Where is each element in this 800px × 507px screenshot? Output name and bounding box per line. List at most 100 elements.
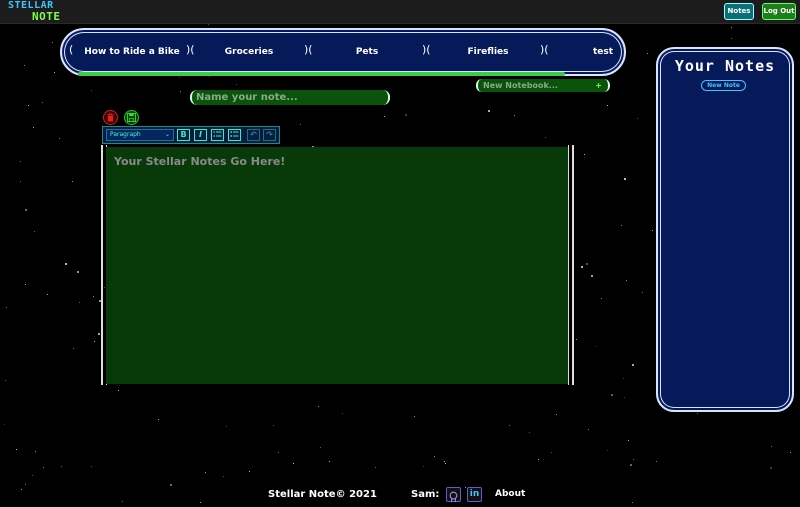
star	[318, 406, 319, 407]
star	[236, 84, 237, 85]
new-note-button[interactable]: New Note	[701, 80, 746, 91]
star	[25, 484, 26, 485]
redo-button[interactable]: ↷	[263, 129, 276, 141]
your-notes-panel: Your Notes New Note	[656, 47, 794, 412]
numbered-list-icon	[230, 131, 239, 137]
star	[73, 348, 74, 349]
save-icon	[127, 113, 136, 122]
add-notebook-icon[interactable]: +	[595, 79, 602, 92]
star	[35, 451, 36, 452]
notebook-select-value: New Notebook...	[483, 81, 558, 90]
note-editor[interactable]: Your Stellar Notes Go Here!	[106, 147, 568, 384]
tab-bracket: )(	[186, 43, 195, 56]
star	[52, 42, 53, 43]
star	[28, 105, 29, 106]
star	[514, 115, 515, 116]
star	[208, 24, 209, 25]
delete-note-button[interactable]	[103, 110, 118, 125]
star	[731, 27, 732, 28]
star	[488, 110, 490, 112]
star	[652, 230, 653, 231]
star	[65, 263, 67, 265]
star	[581, 266, 583, 268]
top-navbar: STELLAR NOTE Notes Log Out	[0, 0, 800, 24]
star	[293, 463, 294, 464]
star	[25, 284, 26, 285]
star	[320, 447, 321, 448]
italic-button[interactable]: I	[194, 129, 207, 141]
star	[223, 476, 224, 477]
linkedin-link[interactable]: in	[467, 487, 482, 502]
logo-line-2: NOTE	[32, 10, 61, 23]
block-format-value: Paragraph	[110, 131, 141, 138]
star	[576, 339, 577, 340]
star	[249, 471, 250, 472]
star	[405, 114, 407, 116]
star	[34, 231, 35, 232]
star	[47, 294, 48, 295]
star	[414, 416, 415, 417]
block-format-select[interactable]: Paragraph ⌄	[106, 129, 174, 141]
star	[588, 429, 589, 430]
star	[91, 90, 92, 91]
tab-pets[interactable]: Pets	[322, 44, 412, 60]
star	[375, 467, 376, 468]
footer-copyright: Stellar Note© 2021	[268, 489, 377, 500]
bold-button[interactable]: B	[177, 129, 190, 141]
undo-button[interactable]: ↶	[247, 129, 260, 141]
github-link[interactable]	[446, 487, 461, 503]
logo[interactable]: STELLAR NOTE	[8, 1, 61, 23]
star	[633, 459, 634, 460]
star	[637, 118, 638, 119]
star	[59, 138, 60, 139]
star	[538, 459, 539, 460]
star	[33, 127, 34, 128]
note-name-input[interactable]: Name your note...	[190, 90, 390, 105]
tab-bracket: (	[69, 43, 74, 56]
star	[180, 91, 181, 92]
star	[434, 456, 435, 457]
star	[626, 280, 627, 281]
github-icon	[449, 491, 458, 503]
star	[628, 440, 629, 441]
star	[42, 102, 43, 103]
star	[170, 484, 172, 486]
tab-groceries[interactable]: Groceries	[204, 44, 294, 60]
star	[118, 390, 119, 391]
tab-how-to-ride-a-bike[interactable]: How to Ride a Bike	[80, 44, 184, 60]
footer-author-label: Sam:	[411, 489, 440, 500]
star	[771, 446, 772, 447]
star	[624, 397, 625, 398]
notes-button[interactable]: Notes	[724, 3, 754, 20]
logout-button[interactable]: Log Out	[762, 3, 796, 20]
numbered-list-button[interactable]	[228, 129, 241, 141]
tab-scrollbar[interactable]	[78, 72, 565, 76]
tab-bracket: )(	[304, 43, 313, 56]
star	[731, 38, 732, 39]
star	[179, 77, 180, 78]
star	[445, 463, 446, 464]
star	[98, 333, 100, 335]
star	[642, 292, 643, 293]
star	[384, 116, 385, 117]
star	[621, 225, 622, 226]
star	[607, 105, 608, 106]
tab-test[interactable]: test	[558, 44, 648, 60]
star	[43, 467, 44, 468]
star	[6, 307, 7, 308]
star	[632, 502, 633, 503]
star	[423, 466, 424, 467]
tab-fireflies[interactable]: Fireflies	[440, 44, 536, 60]
star	[4, 424, 5, 425]
save-note-button[interactable]	[124, 110, 139, 125]
notebook-select[interactable]: New Notebook... +	[476, 79, 610, 92]
star	[342, 413, 343, 414]
bulleted-list-button[interactable]	[211, 129, 224, 141]
bulleted-list-icon	[213, 131, 222, 137]
star	[32, 475, 33, 476]
trash-icon	[106, 113, 115, 122]
star	[158, 419, 159, 420]
star	[632, 364, 634, 366]
star	[300, 124, 301, 125]
about-link[interactable]: About	[495, 489, 525, 499]
